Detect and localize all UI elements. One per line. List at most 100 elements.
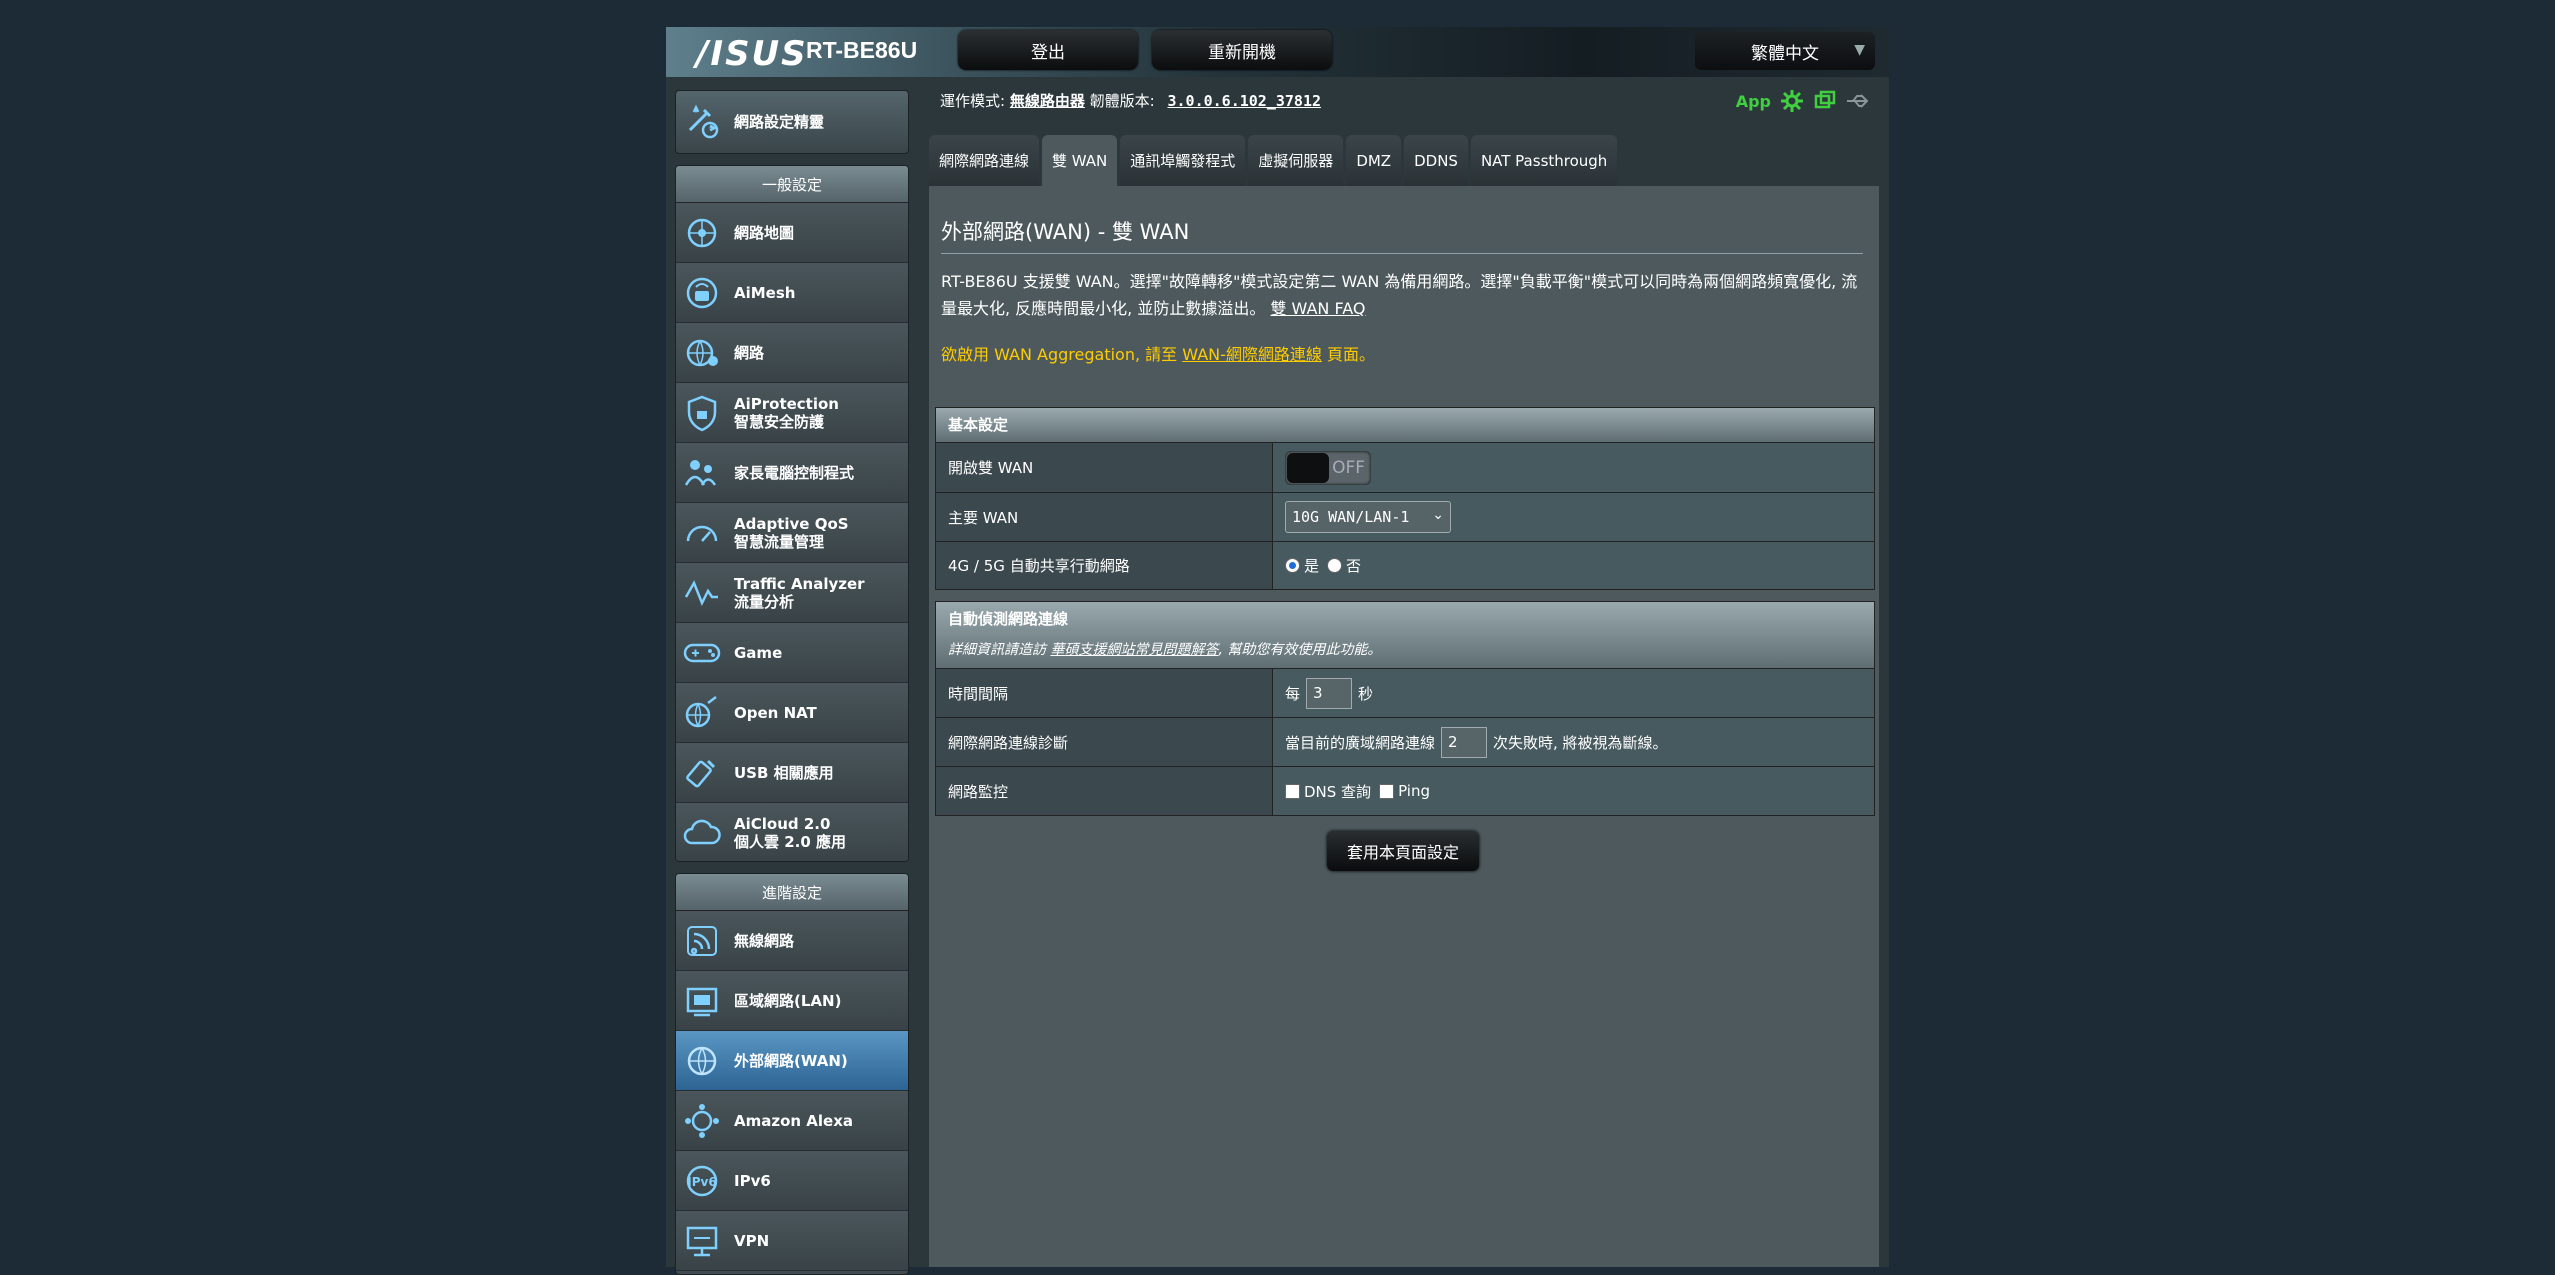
mobile-share-row: 4G / 5G 自動共享行動網路 是 否 bbox=[936, 541, 1874, 589]
wizard-label: 網路設定精靈 bbox=[734, 113, 825, 131]
sidebar-item-parental-controls[interactable]: 家長電腦控制程式 bbox=[676, 443, 908, 503]
sidebar-item-traffic-analyzer[interactable]: Traffic Analyzer 流量分析 bbox=[676, 563, 908, 623]
tab-port-trigger[interactable]: 通訊埠觸發程式 bbox=[1120, 135, 1246, 186]
sidebar-item-sublabel: 流量分析 bbox=[734, 592, 795, 611]
dropdown-arrow-icon: ▼ bbox=[1854, 42, 1865, 58]
wan-aggregation-note: 欲啟用 WAN Aggregation, 請至 WAN-網際網路連線 頁面。 bbox=[941, 341, 1375, 365]
sidebar-item-label: AiCloud 2.0 bbox=[734, 814, 831, 833]
auto-detect-title: 自動偵測網路連線 bbox=[948, 610, 1069, 628]
note-suffix: , 幫助您有效使用此功能。 bbox=[1218, 642, 1382, 658]
sidebar-item-label: 無線網路 bbox=[734, 931, 795, 950]
yes-label: 是 bbox=[1304, 557, 1320, 575]
wan-internet-connection-link[interactable]: WAN-網際網路連線 bbox=[1182, 345, 1322, 364]
usb-icon bbox=[686, 759, 716, 787]
operation-mode-link[interactable]: 無線路由器 bbox=[1010, 92, 1085, 110]
auto-detect-section: 自動偵測網路連線 詳細資訊請造訪 華碩支援網站常見問題解答, 幫助您有效使用此功… bbox=[935, 601, 1875, 816]
network-setup-wizard-button[interactable]: 網路設定精靈 bbox=[675, 90, 909, 154]
tab-virtual-server[interactable]: 虛擬伺服器 bbox=[1248, 135, 1344, 186]
dual-wan-faq-link[interactable]: 雙 WAN FAQ bbox=[1270, 299, 1365, 318]
mobile-share-yes-radio[interactable] bbox=[1285, 558, 1300, 573]
sidebar-item-aiprotection[interactable]: AiProtection 智慧安全防護 bbox=[676, 383, 908, 443]
sidebar-item-amazon-alexa[interactable]: Amazon Alexa bbox=[676, 1091, 908, 1151]
logout-button[interactable]: 登出 bbox=[958, 30, 1138, 70]
sidebar-item-label: Game bbox=[734, 643, 783, 662]
tab-internet-connection[interactable]: 網際網路連線 bbox=[929, 135, 1040, 186]
ping-label: Ping bbox=[1398, 782, 1430, 800]
model-name: RT-BE86U bbox=[806, 37, 918, 63]
sidebar-item-lan[interactable]: 區域網路(LAN) bbox=[676, 971, 908, 1031]
basic-settings-section: 基本設定 開啟雙 WAN OFF 主要 WAN 10G WAN/LAN-1 ⌄ bbox=[935, 407, 1875, 590]
note-prefix: 詳細資訊請造訪 bbox=[948, 642, 1046, 658]
page-title: 外部網路(WAN) - 雙 WAN bbox=[941, 220, 1190, 244]
sidebar-item-label: 網路地圖 bbox=[734, 223, 795, 242]
general-settings-title: 一般設定 bbox=[676, 166, 908, 203]
asus-logo[interactable]: /ISUS bbox=[696, 34, 808, 74]
dns-query-label: DNS 查詢 bbox=[1304, 782, 1372, 801]
guest-network-icon bbox=[686, 339, 718, 366]
wizard-icon bbox=[688, 104, 719, 139]
mobile-share-no-radio[interactable] bbox=[1327, 558, 1343, 573]
advanced-settings-panel: 進階設定 無線網路 區域網路(LAN) 外部網路(WAN) Amazon Ale… bbox=[675, 873, 909, 1275]
sidebar-item-wireless[interactable]: 無線網路 bbox=[676, 911, 908, 971]
network-monitor-row: 網路監控 DNS 查詢 Ping bbox=[936, 766, 1874, 815]
wireless-icon bbox=[687, 925, 717, 956]
sidebar-item-aicloud[interactable]: AiCloud 2.0 個人雲 2.0 應用 bbox=[676, 803, 908, 861]
sidebar-item-adaptive-qos[interactable]: Adaptive QoS 智慧流量管理 bbox=[676, 503, 908, 563]
sidebar-item-sublabel: 個人雲 2.0 應用 bbox=[734, 832, 847, 851]
usb-status-icon[interactable] bbox=[1845, 90, 1871, 112]
interval-suffix: 秒 bbox=[1358, 684, 1374, 703]
sidebar-item-label: VPN bbox=[734, 1231, 770, 1250]
ping-checkbox[interactable] bbox=[1379, 783, 1395, 799]
sidebar-item-ipv6[interactable]: IPv6 IPv6 bbox=[676, 1151, 908, 1211]
interval-label: 時間間隔 bbox=[936, 669, 1273, 717]
dual-wan-toggle[interactable]: OFF bbox=[1285, 450, 1371, 485]
ipv6-icon: IPv6 bbox=[686, 1165, 718, 1196]
gear-icon[interactable] bbox=[1779, 88, 1805, 114]
sidebar-item-label: Open NAT bbox=[734, 703, 817, 722]
vpn-icon bbox=[686, 1226, 718, 1256]
enable-dual-wan-row: 開啟雙 WAN OFF bbox=[936, 442, 1874, 492]
firmware-version-link[interactable]: 3.0.0.6.102_37812 bbox=[1167, 92, 1321, 110]
tab-dual-wan[interactable]: 雙 WAN bbox=[1042, 135, 1118, 186]
apply-button[interactable]: 套用本頁面設定 bbox=[1327, 831, 1479, 871]
mobile-share-label: 4G / 5G 自動共享行動網路 bbox=[936, 542, 1273, 589]
sidebar-item-guest-network[interactable]: 網路 bbox=[676, 323, 908, 383]
alexa-icon bbox=[685, 1103, 719, 1138]
sidebar-item-wan[interactable]: 外部網路(WAN) bbox=[676, 1031, 908, 1091]
aimesh-icon bbox=[686, 277, 718, 308]
tab-ddns[interactable]: DDNS bbox=[1404, 135, 1468, 186]
interval-row: 時間間隔 每 3 秒 bbox=[936, 668, 1874, 717]
asus-support-faq-link[interactable]: 華碩支援網站常見問題解答 bbox=[1050, 642, 1218, 658]
primary-wan-select[interactable]: 10G WAN/LAN-1 ⌄ bbox=[1285, 501, 1451, 533]
sidebar-item-label: AiMesh bbox=[734, 283, 796, 302]
dns-query-checkbox[interactable] bbox=[1285, 783, 1300, 799]
firmware-label: 韌體版本: bbox=[1089, 92, 1155, 110]
language-select[interactable]: 繁體中文 ▼ bbox=[1695, 32, 1875, 70]
diagnosis-label: 網際網路連線診斷 bbox=[936, 718, 1273, 766]
tab-nat-passthrough[interactable]: NAT Passthrough bbox=[1470, 135, 1618, 186]
sidebar-item-label: 網路 bbox=[734, 343, 765, 362]
auto-detect-note: 詳細資訊請造訪 華碩支援網站常見問題解答, 幫助您有效使用此功能。 bbox=[948, 639, 1874, 659]
parental-control-icon bbox=[684, 459, 717, 486]
sidebar-item-network-map[interactable]: 網路地圖 bbox=[676, 203, 908, 263]
language-value: 繁體中文 bbox=[1751, 43, 1819, 64]
sidebar-item-open-nat[interactable]: Open NAT bbox=[676, 683, 908, 743]
sidebar-item-game[interactable]: Game bbox=[676, 623, 908, 683]
chevron-down-icon: ⌄ bbox=[1432, 507, 1444, 523]
reboot-button[interactable]: 重新開機 bbox=[1152, 30, 1332, 70]
sidebar-item-label: USB 相關應用 bbox=[734, 763, 834, 782]
sidebar-item-sublabel: 智慧安全防護 bbox=[734, 412, 825, 431]
advanced-settings-title: 進階設定 bbox=[676, 874, 908, 911]
sidebar-item-aimesh[interactable]: AiMesh bbox=[676, 263, 908, 323]
shield-icon bbox=[687, 395, 717, 431]
interval-prefix: 每 bbox=[1285, 684, 1301, 703]
main-content: 外部網路(WAN) - 雙 WAN RT-BE86U 支援雙 WAN。選擇"故障… bbox=[929, 186, 1879, 1267]
interval-input[interactable]: 3 bbox=[1306, 677, 1353, 709]
app-link[interactable]: App bbox=[1736, 92, 1771, 111]
sidebar-item-usb-applications[interactable]: USB 相關應用 bbox=[676, 743, 908, 803]
sidebar-item-vpn[interactable]: VPN bbox=[676, 1211, 908, 1271]
network-map-icon bbox=[687, 218, 717, 247]
tab-dmz[interactable]: DMZ bbox=[1346, 135, 1402, 186]
clients-icon[interactable] bbox=[1813, 89, 1837, 113]
failure-count-input[interactable]: 2 bbox=[1441, 726, 1488, 758]
